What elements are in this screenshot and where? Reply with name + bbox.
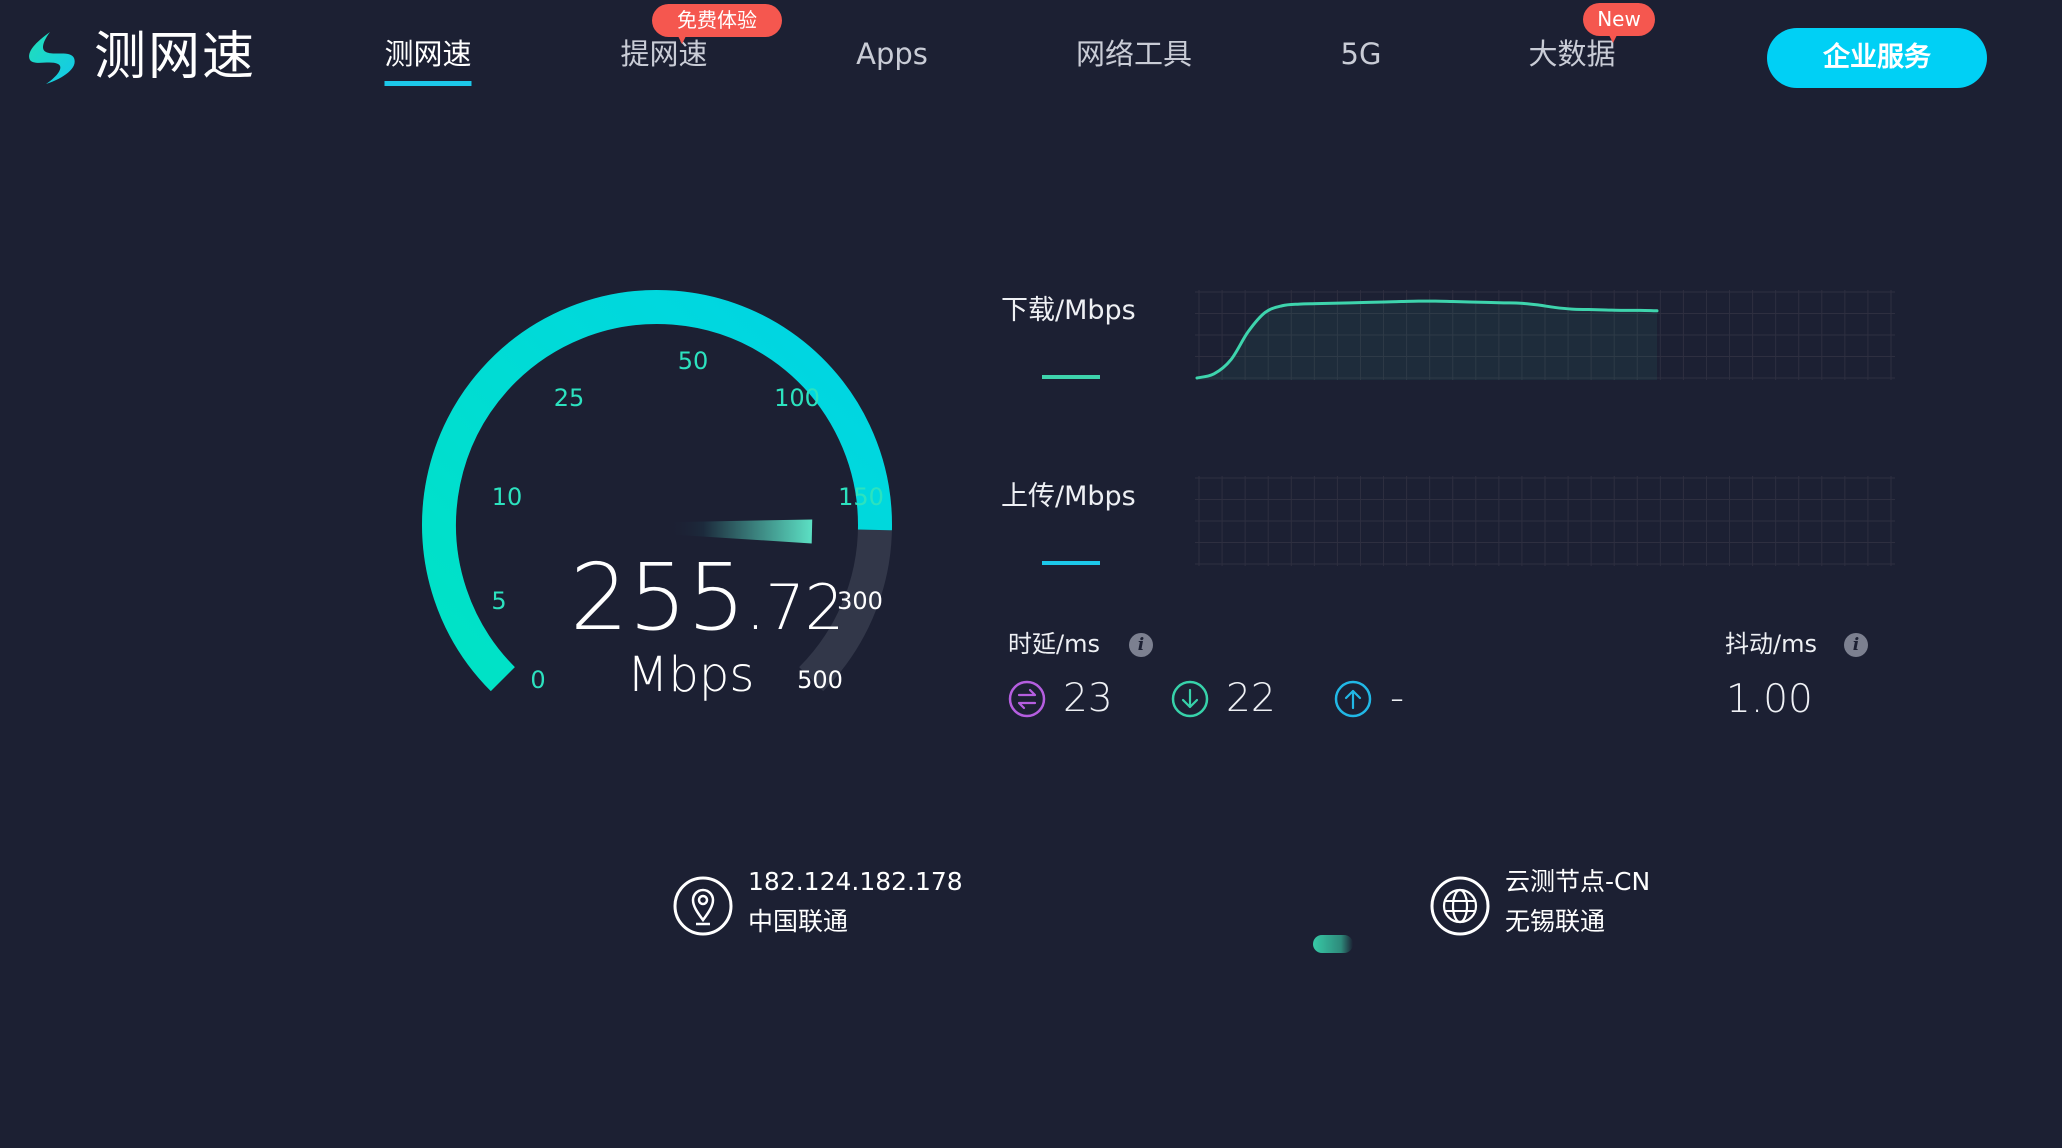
download-arrow-icon: [1171, 680, 1209, 718]
nav-item-network-tools[interactable]: 网络工具: [1076, 34, 1192, 74]
enterprise-service-button[interactable]: 企业服务: [1767, 28, 1987, 88]
server-location: 无锡联通: [1505, 907, 1606, 936]
nav-label: 网络工具: [1075, 37, 1193, 71]
download-chart-title: 下载/Mbps: [1001, 295, 1136, 326]
client-isp: 中国联通: [748, 907, 849, 936]
nav-label: 提网速: [620, 37, 708, 71]
latency-upload-value: -: [1390, 676, 1405, 721]
latency-download-value: 22: [1226, 676, 1276, 721]
nav-item-boost[interactable]: 提网速: [620, 34, 707, 74]
speed-value: 255.72: [570, 548, 844, 658]
download-legend-line: [1042, 375, 1100, 379]
globe-icon[interactable]: [1430, 876, 1490, 936]
nav-item-speedtest[interactable]: 测网速: [384, 34, 472, 86]
nav-item-5g[interactable]: 5G: [1341, 34, 1382, 74]
latency-info-icon[interactable]: i: [1129, 633, 1153, 657]
new-badge: New: [1583, 3, 1655, 43]
gauge-tick-0: 0: [530, 666, 545, 694]
nav-label: 大数据: [1528, 37, 1616, 71]
jitter-value: 1.00: [1726, 677, 1813, 722]
latency-label: 时延/ms: [1008, 630, 1100, 658]
gauge-tick-10: 10: [492, 483, 523, 511]
speed-integer: 255: [570, 544, 746, 651]
logo-icon[interactable]: [24, 30, 82, 86]
gauge-tick-100: 100: [774, 384, 820, 412]
upload-chart: [1195, 476, 1895, 566]
speed-unit: Mbps: [627, 647, 755, 703]
upload-arrow-icon: [1334, 680, 1372, 718]
client-ip: 182.124.182.178: [748, 867, 963, 896]
latency-idle-value: 23: [1063, 676, 1113, 721]
gauge-needle: [666, 519, 813, 544]
loading-indicator: [1313, 935, 1353, 953]
nav-label: 测网速: [384, 37, 472, 71]
logo-text[interactable]: 测网速: [94, 22, 256, 92]
nav-item-apps[interactable]: Apps: [856, 34, 928, 74]
gauge-tick-150: 150: [838, 483, 884, 511]
upload-chart-title: 上传/Mbps: [1001, 481, 1136, 512]
free-trial-badge: 免费体验: [652, 4, 782, 44]
server-name[interactable]: 云测节点-CN: [1505, 863, 1650, 901]
gauge-tick-50: 50: [678, 347, 709, 375]
jitter-info-icon[interactable]: i: [1844, 633, 1868, 657]
speed-decimal: .72: [745, 571, 845, 644]
exchange-icon: [1008, 680, 1046, 718]
upload-legend-line: [1042, 561, 1100, 565]
nav-label: 5G: [1340, 37, 1382, 71]
gauge-tick-5: 5: [491, 587, 506, 615]
nav-label: Apps: [856, 37, 928, 71]
location-pin-icon: [673, 876, 733, 936]
nav-item-big-data[interactable]: 大数据: [1528, 34, 1615, 74]
gauge-tick-25: 25: [554, 384, 585, 412]
download-chart: [1195, 290, 1895, 380]
active-tab-underline: [384, 81, 472, 86]
jitter-label: 抖动/ms: [1725, 630, 1817, 658]
gauge-tick-500: 500: [797, 666, 843, 694]
